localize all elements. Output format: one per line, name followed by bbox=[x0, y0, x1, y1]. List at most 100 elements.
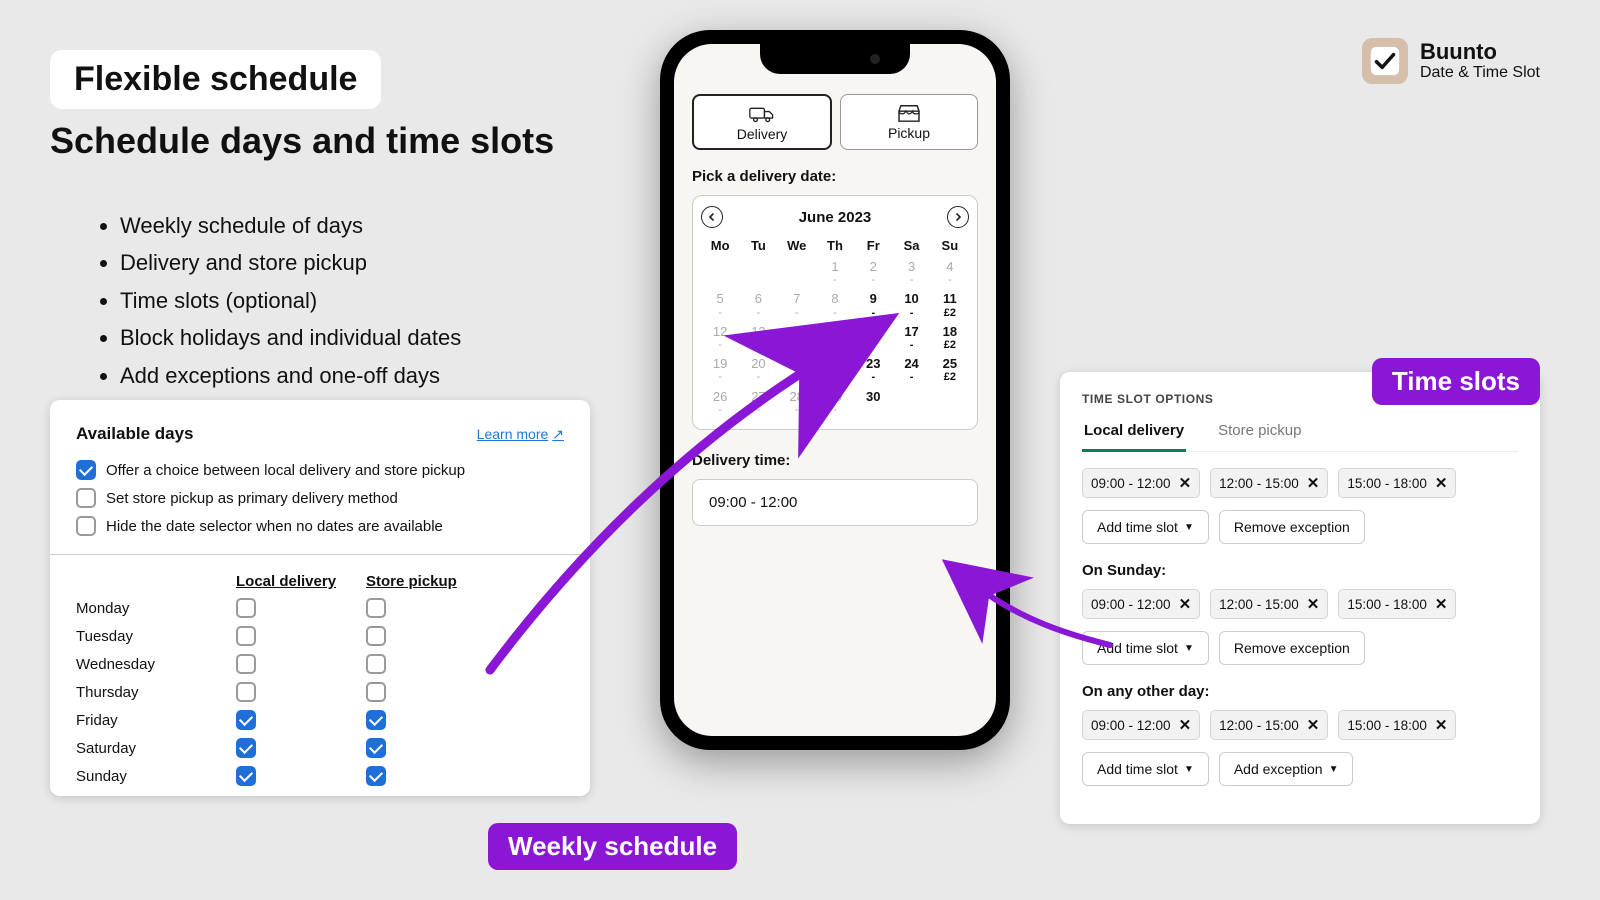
calendar-day[interactable]: 20- bbox=[739, 354, 777, 386]
calendar-day[interactable]: 28- bbox=[778, 387, 816, 419]
calendar-day[interactable]: 18£2 bbox=[931, 322, 969, 354]
time-slot-chip[interactable]: 15:00 - 18:00✕ bbox=[1338, 468, 1456, 498]
remove-chip-icon[interactable]: ✕ bbox=[1179, 474, 1192, 492]
hero-headline: Schedule days and time slots bbox=[50, 120, 554, 162]
button-label: Add time slot bbox=[1097, 519, 1178, 535]
exception-button[interactable]: Remove exception bbox=[1219, 631, 1365, 665]
calendar-day[interactable]: 2- bbox=[854, 257, 892, 289]
remove-chip-icon[interactable]: ✕ bbox=[1179, 716, 1192, 734]
remove-chip-icon[interactable]: ✕ bbox=[1307, 716, 1320, 734]
learn-more-link[interactable]: Learn more ↗ bbox=[477, 426, 564, 443]
add-time-slot-button[interactable]: Add time slot▼ bbox=[1082, 631, 1209, 665]
time-slot-chip[interactable]: 12:00 - 15:00✕ bbox=[1210, 589, 1328, 619]
calendar-dow: Mo bbox=[701, 234, 739, 257]
next-month-button[interactable] bbox=[947, 206, 969, 228]
day-label: Tuesday bbox=[76, 628, 236, 645]
calendar-day[interactable]: 30 bbox=[854, 387, 892, 419]
calendar-day[interactable]: 6- bbox=[739, 289, 777, 321]
time-slot-chip[interactable]: 15:00 - 18:00 ✕ bbox=[1338, 589, 1456, 619]
tab-store-pickup[interactable]: Store pickup bbox=[1216, 416, 1303, 451]
time-slot-chip[interactable]: 09:00 - 12:00✕ bbox=[1082, 589, 1200, 619]
bullet-item: Weekly schedule of days bbox=[120, 207, 461, 244]
calendar-day[interactable]: 1- bbox=[816, 257, 854, 289]
prev-month-button[interactable] bbox=[701, 206, 723, 228]
calendar-day[interactable]: 25£2 bbox=[931, 354, 969, 386]
calendar-day[interactable]: 7- bbox=[778, 289, 816, 321]
calendar-day bbox=[778, 257, 816, 289]
calendar-day[interactable]: 21- bbox=[778, 354, 816, 386]
day-checkbox[interactable] bbox=[236, 710, 256, 730]
day-checkbox[interactable] bbox=[236, 682, 256, 702]
day-checkbox[interactable] bbox=[366, 710, 386, 730]
calendar-day[interactable]: 22- bbox=[816, 354, 854, 386]
exception-button[interactable]: Add exception▼ bbox=[1219, 752, 1354, 786]
calendar-day[interactable]: 29- bbox=[816, 387, 854, 419]
day-checkbox[interactable] bbox=[236, 766, 256, 786]
day-checkbox[interactable] bbox=[236, 626, 256, 646]
time-slot-chip[interactable]: 09:00 - 12:00✕ bbox=[1082, 710, 1200, 740]
chip-label: 15:00 - 18:00 bbox=[1347, 597, 1427, 612]
day-checkbox[interactable] bbox=[366, 682, 386, 702]
remove-chip-icon[interactable]: ✕ bbox=[1435, 474, 1448, 492]
day-checkbox[interactable] bbox=[366, 766, 386, 786]
time-slot-chip[interactable]: 12:00 - 15:00✕ bbox=[1210, 468, 1328, 498]
day-checkbox[interactable] bbox=[366, 626, 386, 646]
calendar-day[interactable]: 15- bbox=[816, 322, 854, 354]
calendar-dow: We bbox=[778, 234, 816, 257]
day-checkbox[interactable] bbox=[366, 598, 386, 618]
chip-label: 15:00 - 18:00 bbox=[1347, 718, 1427, 733]
column-local-delivery: Local delivery bbox=[236, 573, 366, 590]
time-slot-chip[interactable]: 12:00 - 15:00✕ bbox=[1210, 710, 1328, 740]
checkbox[interactable] bbox=[76, 488, 96, 508]
available-days-card: Available days Learn more ↗ Offer a choi… bbox=[50, 400, 590, 796]
calendar-day[interactable]: 23- bbox=[854, 354, 892, 386]
remove-chip-icon[interactable]: ✕ bbox=[1307, 595, 1320, 613]
method-delivery[interactable]: Delivery bbox=[692, 94, 832, 150]
calendar-day[interactable]: 19- bbox=[701, 354, 739, 386]
calendar-day[interactable]: 24- bbox=[892, 354, 930, 386]
remove-chip-icon[interactable]: ✕ bbox=[1435, 595, 1448, 613]
calendar-day[interactable]: 12- bbox=[701, 322, 739, 354]
calendar-day[interactable]: 14- bbox=[778, 322, 816, 354]
calendar-day[interactable]: 11£2 bbox=[931, 289, 969, 321]
calendar-day[interactable]: 17- bbox=[892, 322, 930, 354]
calendar-day[interactable]: 27- bbox=[739, 387, 777, 419]
calendar-day[interactable]: 16- bbox=[854, 322, 892, 354]
checkbox[interactable] bbox=[76, 516, 96, 536]
calendar-day[interactable]: 13- bbox=[739, 322, 777, 354]
method-pickup[interactable]: Pickup bbox=[840, 94, 978, 150]
calendar-day[interactable]: 5- bbox=[701, 289, 739, 321]
tab-local-delivery[interactable]: Local delivery bbox=[1082, 416, 1186, 452]
day-checkbox[interactable] bbox=[366, 654, 386, 674]
bullet-item: Add exceptions and one-off days bbox=[120, 357, 461, 394]
logo-brand: Buunto bbox=[1420, 40, 1540, 64]
calendar-day[interactable]: 26- bbox=[701, 387, 739, 419]
calendar-day[interactable]: 9- bbox=[854, 289, 892, 321]
time-slot-chip[interactable]: 09:00 - 12:00✕ bbox=[1082, 468, 1200, 498]
option-label: Set store pickup as primary delivery met… bbox=[106, 490, 398, 507]
add-time-slot-button[interactable]: Add time slot▼ bbox=[1082, 752, 1209, 786]
day-checkbox[interactable] bbox=[236, 598, 256, 618]
option-label: Offer a choice between local delivery an… bbox=[106, 462, 465, 479]
remove-chip-icon[interactable]: ✕ bbox=[1307, 474, 1320, 492]
time-slot-chip[interactable]: 15:00 - 18:00 ✕ bbox=[1338, 710, 1456, 740]
remove-chip-icon[interactable]: ✕ bbox=[1179, 595, 1192, 613]
day-label: Monday bbox=[76, 600, 236, 617]
calendar-day[interactable]: 10- bbox=[892, 289, 930, 321]
slot-group-label: On any other day: bbox=[1082, 683, 1518, 700]
day-label: Thursday bbox=[76, 684, 236, 701]
day-checkbox[interactable] bbox=[236, 654, 256, 674]
calendar-day[interactable]: 4- bbox=[931, 257, 969, 289]
store-icon bbox=[896, 103, 922, 123]
day-checkbox[interactable] bbox=[236, 738, 256, 758]
delivery-time-select[interactable]: 09:00 - 12:00 bbox=[692, 479, 978, 526]
caret-down-icon: ▼ bbox=[1184, 522, 1194, 533]
exception-button[interactable]: Remove exception bbox=[1219, 510, 1365, 544]
slot-group-label: On Sunday: bbox=[1082, 562, 1518, 579]
remove-chip-icon[interactable]: ✕ bbox=[1435, 716, 1448, 734]
checkbox[interactable] bbox=[76, 460, 96, 480]
calendar-day[interactable]: 3- bbox=[892, 257, 930, 289]
day-checkbox[interactable] bbox=[366, 738, 386, 758]
calendar-day[interactable]: 8- bbox=[816, 289, 854, 321]
add-time-slot-button[interactable]: Add time slot ▼ bbox=[1082, 510, 1209, 544]
